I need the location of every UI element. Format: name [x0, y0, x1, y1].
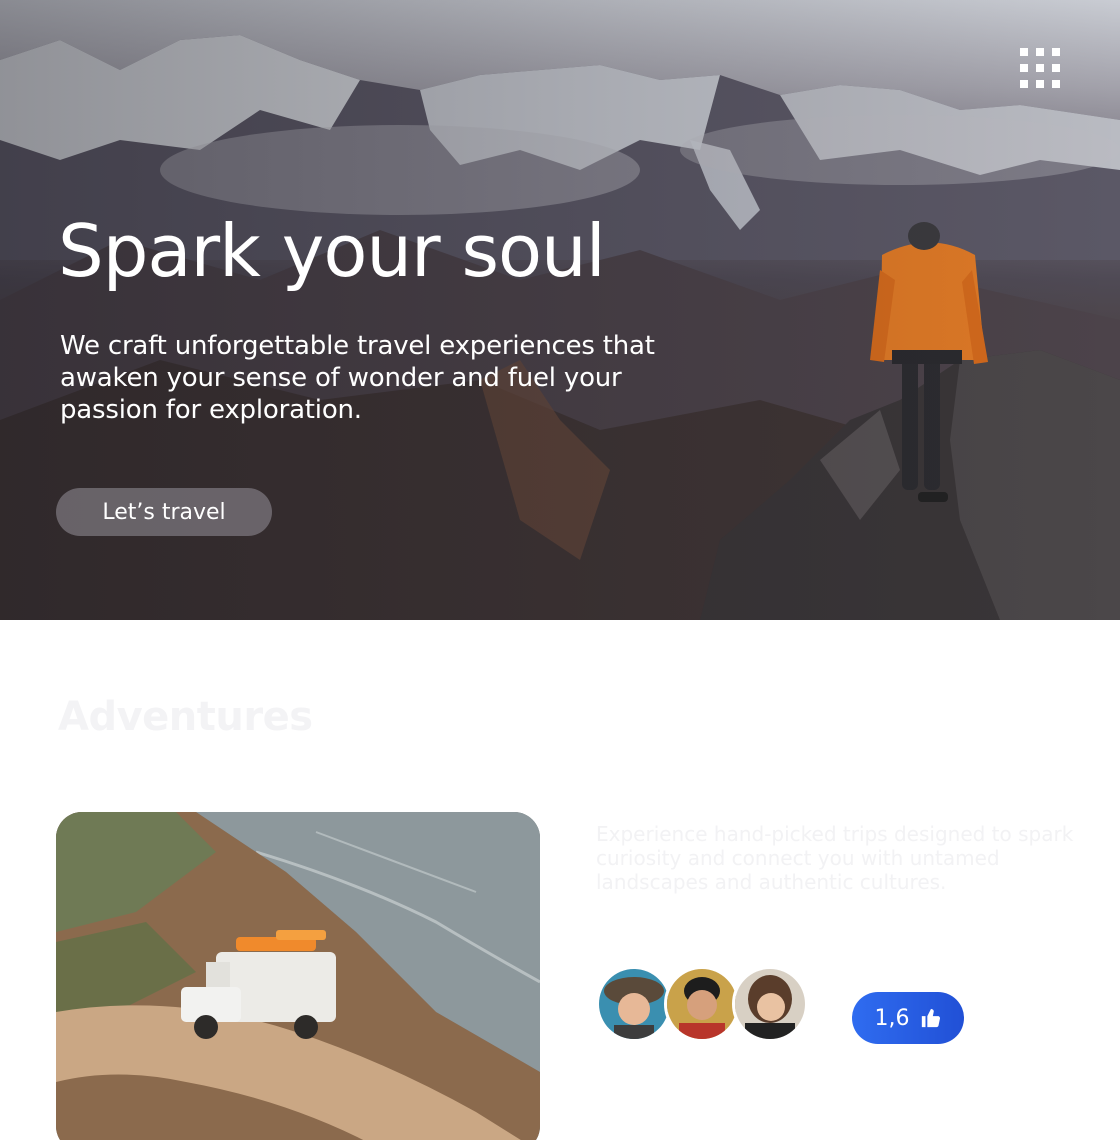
thumbs-up-icon: [921, 1008, 940, 1028]
avatar[interactable]: [664, 966, 740, 1042]
like-button[interactable]: 1,6: [852, 992, 964, 1044]
section-title: Adventures: [58, 694, 313, 740]
hero-section: Spark your soul We craft unforgettable t…: [0, 0, 1120, 620]
grid-dot: [1052, 64, 1060, 72]
traveler-avatars: [596, 966, 816, 1042]
lets-travel-button[interactable]: Let’s travel: [56, 488, 272, 536]
grid-dot: [1020, 80, 1028, 88]
grid-dot: [1052, 48, 1060, 56]
grid-dot: [1052, 80, 1060, 88]
grid-menu-icon[interactable]: [1016, 44, 1064, 92]
section-description: Experience hand-picked trips designed to…: [596, 822, 1074, 894]
grid-dot: [1036, 48, 1044, 56]
hero-title: Spark your soul: [58, 209, 606, 293]
grid-dot: [1036, 64, 1044, 72]
camper-coast-image: [56, 812, 540, 1140]
avatar[interactable]: [596, 966, 672, 1042]
avatar[interactable]: [732, 966, 808, 1042]
grid-dot: [1020, 48, 1028, 56]
hero-subtitle: We craft unforgettable travel experience…: [60, 331, 655, 425]
grid-dot: [1020, 64, 1028, 72]
grid-dot: [1036, 80, 1044, 88]
like-count: 1,6: [874, 1005, 910, 1031]
